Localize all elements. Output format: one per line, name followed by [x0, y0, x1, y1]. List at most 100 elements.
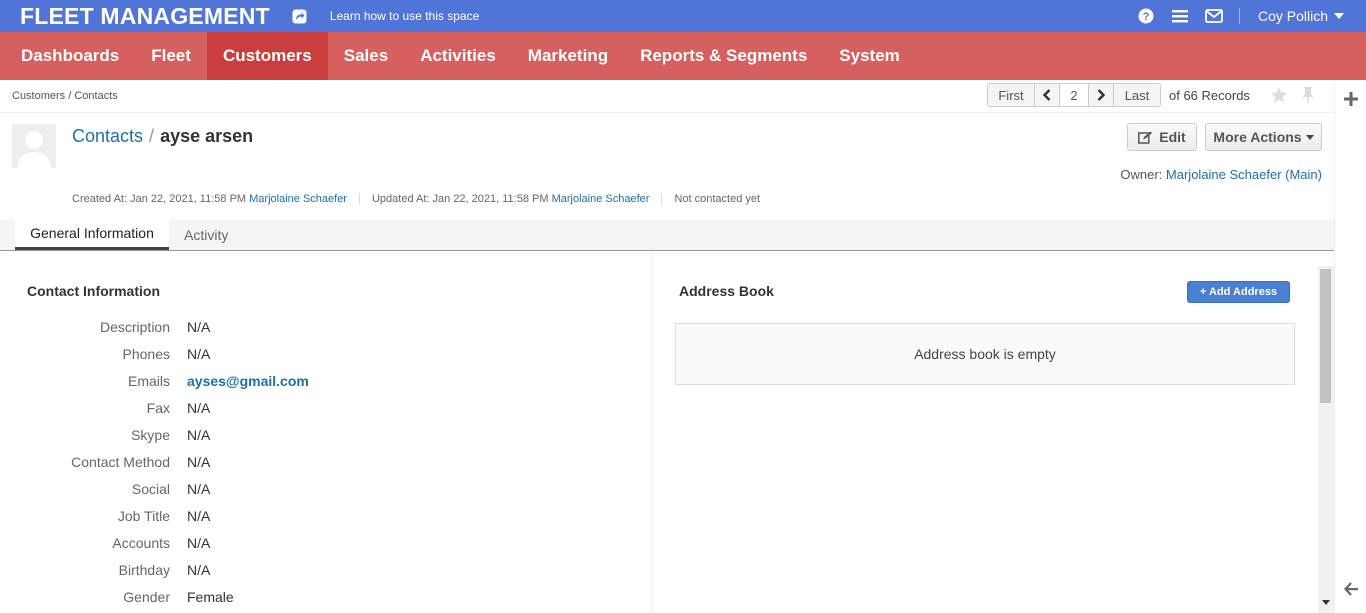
section-title: Contact Information — [27, 283, 160, 299]
field-label: Birthday — [118, 562, 170, 578]
field-value: N/A — [187, 346, 211, 362]
created-by-link[interactable]: Marjolaine Schaefer — [249, 193, 347, 205]
updated-label: Updated At: Jan 22, 2021, 11:58 PM — [371, 193, 549, 205]
plus-icon[interactable] — [1344, 92, 1358, 111]
mail-icon[interactable] — [1205, 7, 1223, 25]
field-row: Phones N/A — [0, 346, 650, 366]
field-row: Gender Female — [0, 589, 650, 609]
created-info: Created At: Jan 22, 2021, 11:58 PM Marjo… — [72, 193, 360, 205]
field-row: Accounts N/A — [0, 535, 650, 555]
chevron-down-icon — [1334, 13, 1344, 19]
address-book-section: Address Book + Add Address Address book … — [653, 252, 1318, 613]
field-row: Job Title N/A — [0, 508, 650, 528]
vertical-scrollbar[interactable] — [1318, 266, 1334, 613]
pager-page-number: 2 — [1059, 83, 1089, 107]
nav-customers[interactable]: Customers — [206, 32, 328, 80]
chevron-left-icon — [1043, 89, 1051, 101]
side-rail — [1334, 80, 1366, 613]
main-content: Contact Information Description N/A Phon… — [0, 252, 1318, 613]
svg-text:?: ? — [1143, 11, 1150, 23]
help-icon[interactable]: ? — [1137, 7, 1155, 25]
email-link[interactable]: ayses@gmail.com — [187, 373, 309, 389]
field-label: Emails — [127, 373, 170, 389]
created-label: Created At: Jan 22, 2021, 11:58 PM — [72, 193, 247, 205]
scrollbar-thumb[interactable] — [1320, 269, 1331, 403]
owner-info: Owner: Marjolaine Schaefer (Main) — [1120, 167, 1322, 182]
add-address-button[interactable]: + Add Address — [1187, 281, 1290, 303]
edit-icon — [1138, 131, 1153, 144]
field-value: N/A — [187, 454, 211, 470]
edit-button[interactable]: Edit — [1127, 123, 1197, 151]
arrow-left-icon[interactable] — [1344, 582, 1358, 601]
updated-by-link[interactable]: Marjolaine Schaefer — [552, 193, 650, 205]
contact-information-section: Contact Information Description N/A Phon… — [0, 252, 652, 613]
pager-next-button[interactable] — [1088, 83, 1114, 107]
nav-fleet[interactable]: Fleet — [135, 32, 207, 80]
breadcrumb-row: Customers / Contacts First 2 Last of 66 … — [0, 80, 1334, 113]
field-row: Social N/A — [0, 481, 650, 501]
contacted-status: Not contacted yet — [674, 193, 761, 205]
divider — [1238, 8, 1240, 24]
field-value: N/A — [187, 481, 211, 497]
tab-activity[interactable]: Activity — [184, 219, 228, 250]
edit-label: Edit — [1159, 129, 1186, 145]
nav-activities[interactable]: Activities — [404, 32, 512, 80]
field-row: Emails ayses@gmail.com — [0, 373, 650, 393]
field-label: Gender — [123, 589, 170, 605]
field-label: Fax — [146, 400, 170, 416]
updated-info: Updated At: Jan 22, 2021, 11:58 PM Marjo… — [371, 193, 663, 205]
pin-icon[interactable] — [1300, 86, 1316, 109]
nav-dashboards[interactable]: Dashboards — [0, 32, 135, 80]
chevron-right-icon — [1097, 89, 1105, 101]
star-icon[interactable] — [1270, 86, 1288, 109]
share-icon[interactable] — [292, 8, 308, 24]
record-count: of 66 Records — [1169, 88, 1250, 103]
tab-general-information[interactable]: General Information — [15, 219, 169, 250]
field-row: Fax N/A — [0, 400, 650, 420]
field-value: N/A — [187, 427, 211, 443]
field-value: N/A — [187, 535, 211, 551]
field-label: Skype — [131, 427, 170, 443]
user-name: Coy Pollich — [1257, 8, 1328, 24]
field-value: N/A — [187, 400, 211, 416]
field-row: Contact Method N/A — [0, 454, 650, 474]
field-row: Birthday N/A — [0, 562, 650, 582]
pager-first-button[interactable]: First — [987, 83, 1035, 107]
field-value: N/A — [187, 319, 211, 335]
nav-sales[interactable]: Sales — [328, 32, 404, 80]
record-name: ayse arsen — [160, 126, 254, 146]
tab-bar: General Information Activity — [0, 219, 1334, 251]
pager: First 2 Last — [987, 83, 1161, 107]
nav-reports-segments[interactable]: Reports & Segments — [624, 32, 823, 80]
nav-system[interactable]: System — [823, 32, 915, 80]
app-title[interactable]: FLEET MANAGEMENT — [20, 3, 270, 30]
more-actions-button[interactable]: More Actions — [1205, 123, 1322, 151]
learn-link[interactable]: Learn how to use this space — [330, 9, 479, 23]
field-label: Contact Method — [71, 454, 170, 470]
field-label: Phones — [122, 346, 170, 362]
owner-label: Owner: — [1120, 167, 1163, 182]
field-label: Description — [99, 319, 170, 335]
field-value: N/A — [187, 508, 211, 524]
pager-prev-button[interactable] — [1034, 83, 1060, 107]
pager-last-button[interactable]: Last — [1113, 83, 1161, 107]
scroll-down-icon[interactable] — [1322, 600, 1330, 605]
field-label: Accounts — [112, 535, 170, 551]
address-book-empty: Address book is empty — [675, 323, 1295, 385]
page-title: Contacts / ayse arsen — [72, 126, 253, 147]
field-label: Job Title — [117, 508, 170, 524]
user-menu[interactable]: Coy Pollich — [1258, 8, 1344, 24]
main-nav: Dashboards Fleet Customers Sales Activit… — [0, 32, 1366, 80]
contacts-link[interactable]: Contacts — [72, 126, 143, 146]
avatar — [12, 124, 56, 168]
caret-down-icon — [1305, 134, 1314, 140]
field-value: N/A — [187, 562, 211, 578]
field-row: Skype N/A — [0, 427, 650, 447]
owner-link[interactable]: Marjolaine Schaefer (Main) — [1166, 167, 1322, 182]
nav-marketing[interactable]: Marketing — [512, 32, 624, 80]
field-label: Social — [131, 481, 170, 497]
section-title: Address Book — [679, 283, 774, 299]
menu-icon[interactable] — [1171, 7, 1189, 25]
top-bar: FLEET MANAGEMENT Learn how to use this s… — [0, 0, 1366, 32]
breadcrumb: Customers / Contacts — [12, 90, 118, 102]
